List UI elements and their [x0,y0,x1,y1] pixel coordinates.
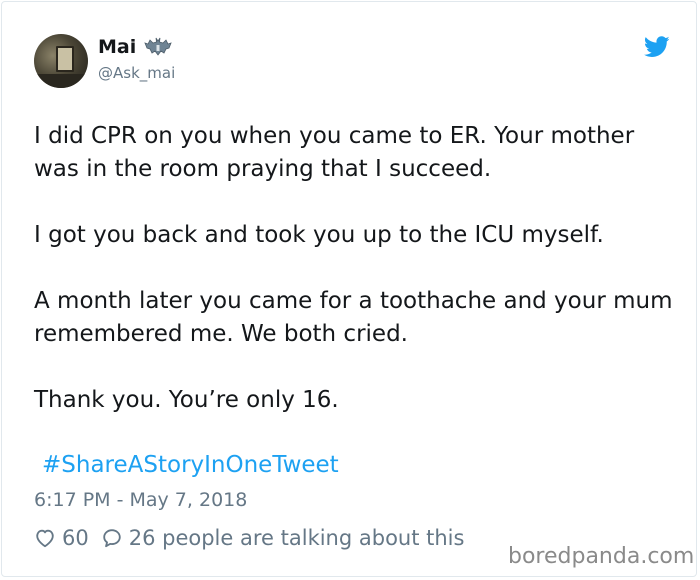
avatar-photo-floor [34,74,88,88]
bat-icon [144,37,172,56]
watermark: boredpanda.com [508,544,695,569]
tweet-timestamp[interactable]: 6:17 PM - May 7, 2018 [34,489,247,511]
heart-icon[interactable] [34,527,56,549]
avatar[interactable] [34,34,88,88]
author-handle[interactable]: @Ask_mai [98,64,175,82]
tweet-text: I did CPR on you when you came to ER. Yo… [34,120,674,450]
like-count: 60 [62,526,89,550]
tweet-card: Mai @Ask_mai I did CPR on you when you c… [1,1,697,577]
hashtag-link[interactable]: #ShareAStoryInOneTweet [42,452,339,478]
author-display-name[interactable]: Mai [98,36,136,58]
talking-count-text[interactable]: 26 people are talking about this [129,526,465,550]
tweet-paragraph: I got you back and took you up to the IC… [34,222,604,248]
twitter-bird-icon[interactable] [644,36,670,58]
author-name-row: Mai [98,36,172,58]
tweet-paragraph: I did CPR on you when you came to ER. Yo… [34,123,635,182]
tweet-paragraph: Thank you. You’re only 16. [34,387,339,413]
tweet-paragraph: A month later you came for a toothache a… [34,288,673,347]
speech-bubble-icon[interactable] [101,527,123,549]
avatar-photo-window [56,46,74,72]
tweet-actions: 60 26 people are talking about this [34,526,464,550]
